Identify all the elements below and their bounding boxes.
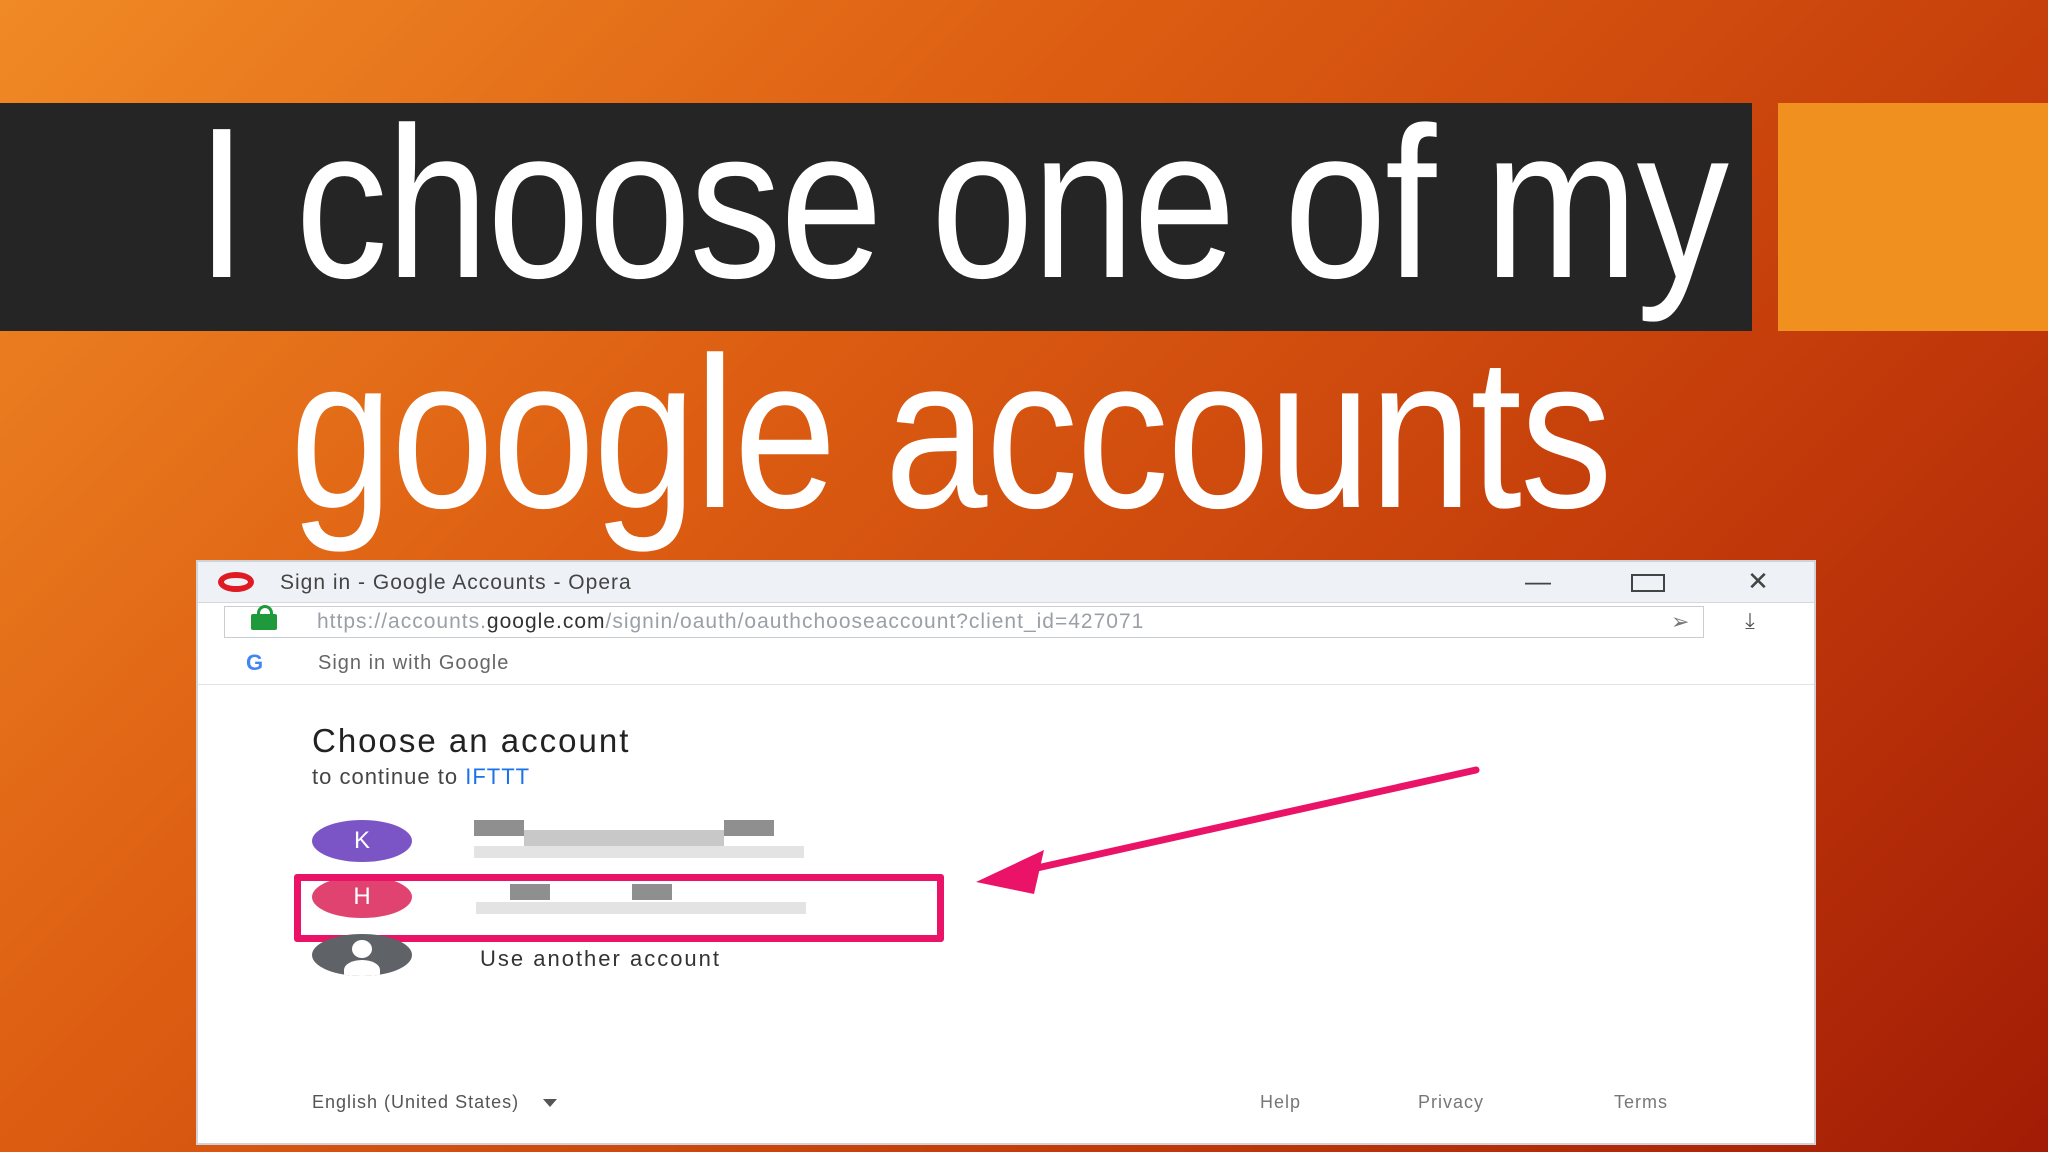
language-selector[interactable]: English (United States) xyxy=(312,1092,558,1113)
signin-label: Sign in with Google xyxy=(318,652,510,674)
chevron-down-icon xyxy=(543,1099,558,1108)
blurred-name xyxy=(474,820,524,836)
person-icon-head xyxy=(352,940,372,958)
close-button[interactable]: ✕ xyxy=(1736,566,1780,596)
send-icon[interactable]: ➢ xyxy=(1671,609,1689,635)
maximize-icon xyxy=(1631,574,1665,593)
window-title: Sign in - Google Accounts - Opera xyxy=(280,571,632,594)
use-another-account-link[interactable]: Use another account xyxy=(480,946,721,972)
signin-header: G Sign in with Google xyxy=(198,642,1814,685)
minimize-button[interactable]: — xyxy=(1516,566,1560,596)
url-domain: google.com xyxy=(486,610,606,633)
terms-link[interactable]: Terms xyxy=(1614,1092,1668,1113)
slide-title-line-1: I choose one of my xyxy=(196,82,1729,323)
continue-line: to continue to IFTTT xyxy=(312,764,530,790)
selected-account-highlight xyxy=(294,874,944,942)
account-avatar-k[interactable]: K xyxy=(312,820,412,862)
maximize-button[interactable] xyxy=(1626,566,1670,596)
accent-block xyxy=(1778,103,2048,331)
google-logo-icon: G xyxy=(246,650,264,675)
url-text: https://accounts.google.com/signin/oauth… xyxy=(317,610,1144,634)
continue-prefix: to continue to xyxy=(312,764,466,789)
address-bar[interactable]: https://accounts.google.com/signin/oauth… xyxy=(224,605,1704,638)
blurred-name xyxy=(724,820,774,836)
slide-title-line-2: google accounts xyxy=(290,312,1613,553)
download-icon[interactable]: ⤓ xyxy=(1732,608,1768,634)
url-suffix: /signin/oauth/oauthchooseaccount?client_… xyxy=(605,610,1145,633)
language-label: English (United States) xyxy=(312,1092,520,1112)
blurred-email xyxy=(474,846,804,858)
privacy-link[interactable]: Privacy xyxy=(1418,1092,1484,1113)
browser-window: Sign in - Google Accounts - Opera — ✕ ht… xyxy=(196,560,1816,1145)
choose-account-heading: Choose an account xyxy=(312,722,631,759)
url-prefix: https://accounts. xyxy=(317,610,487,633)
lock-icon xyxy=(251,605,277,630)
continue-app-link[interactable]: IFTTT xyxy=(465,764,530,789)
blurred-name xyxy=(524,830,724,846)
person-icon[interactable] xyxy=(312,934,412,976)
window-titlebar: Sign in - Google Accounts - Opera — ✕ xyxy=(198,562,1814,603)
help-link[interactable]: Help xyxy=(1260,1092,1301,1113)
person-icon-body xyxy=(344,960,380,976)
opera-logo-icon xyxy=(218,572,254,592)
